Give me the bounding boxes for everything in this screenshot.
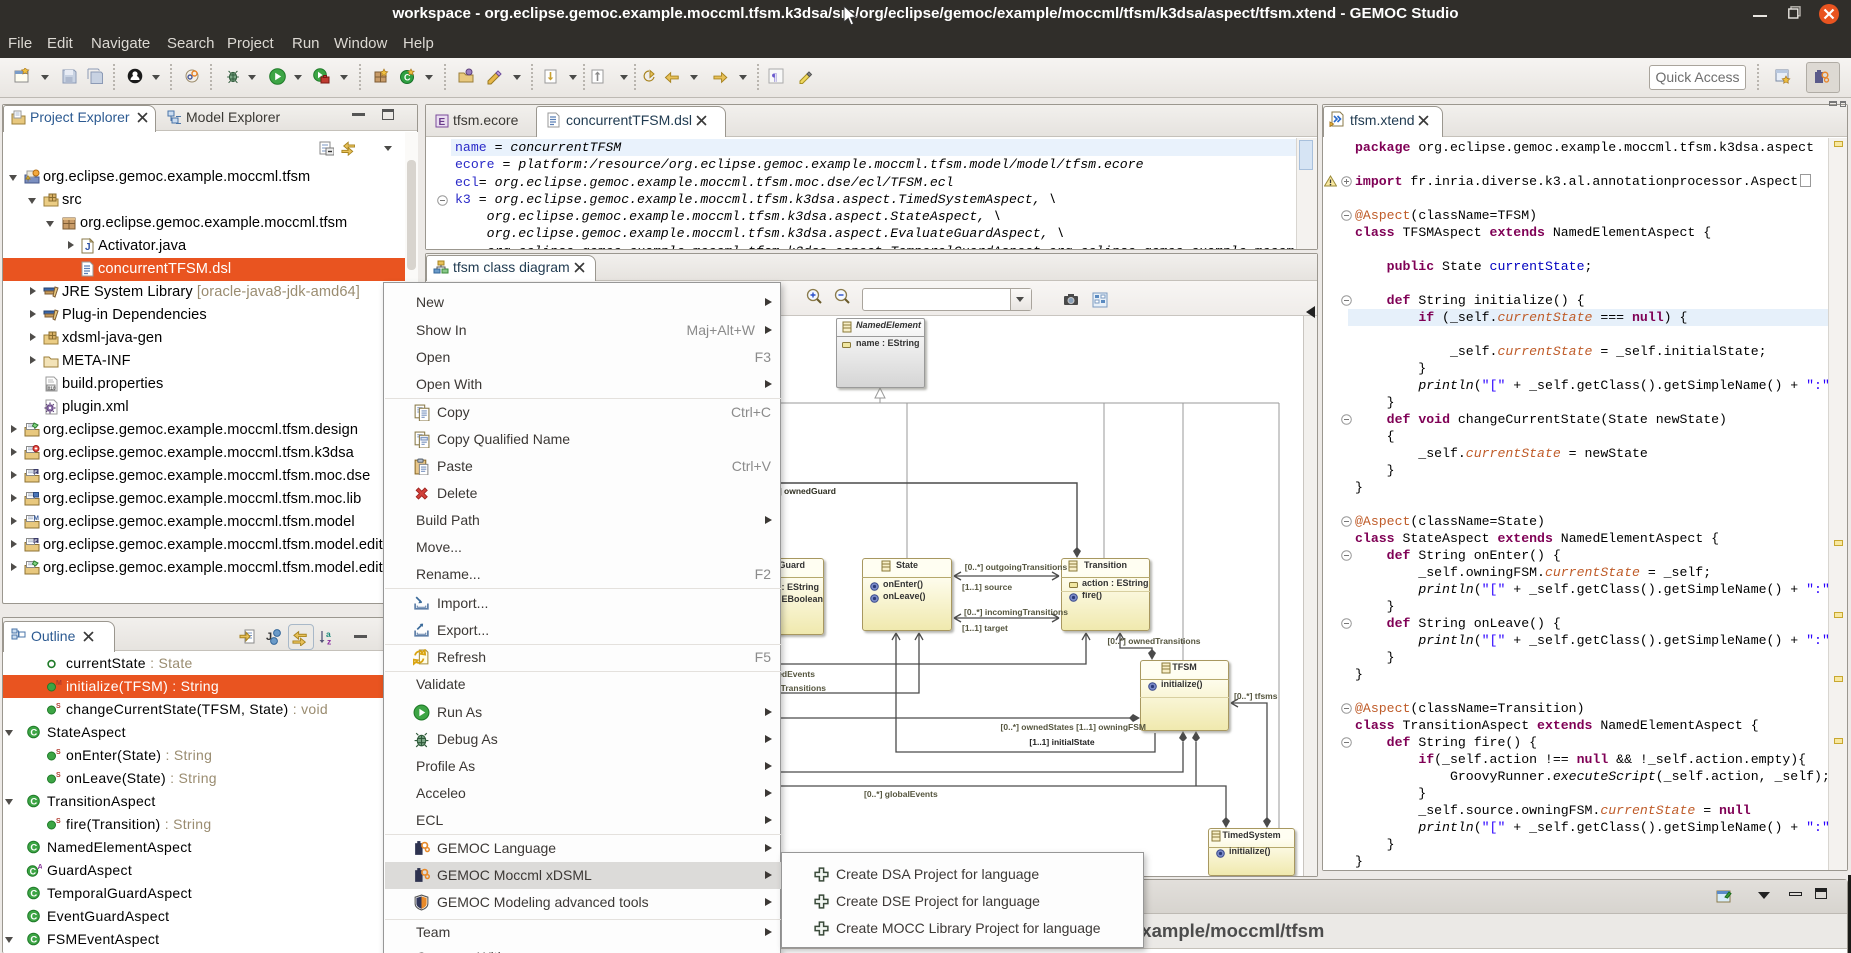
svg-text:C: C bbox=[30, 866, 37, 876]
svg-text:E: E bbox=[439, 117, 446, 128]
svg-text:¶: ¶ bbox=[772, 72, 777, 84]
svg-text:C: C bbox=[30, 889, 37, 900]
svg-text:E: E bbox=[34, 538, 37, 543]
svg-text:C: C bbox=[30, 728, 37, 739]
svg-text:E: E bbox=[34, 469, 37, 474]
svg-text:C: C bbox=[30, 797, 37, 808]
svg-text:S: S bbox=[56, 818, 61, 825]
svg-text:A: A bbox=[38, 862, 43, 871]
svg-text:010: 010 bbox=[48, 385, 56, 391]
svg-text:M: M bbox=[56, 680, 62, 687]
svg-text:J: J bbox=[85, 242, 91, 253]
svg-text:C: C bbox=[30, 935, 37, 946]
svg-text:C: C bbox=[30, 912, 37, 923]
svg-text:M: M bbox=[34, 515, 39, 522]
svg-text:S: S bbox=[56, 772, 61, 779]
svg-text:C: C bbox=[30, 843, 37, 854]
svg-text:S: S bbox=[56, 749, 61, 756]
svg-text:S: S bbox=[56, 703, 61, 710]
svg-text:z: z bbox=[327, 637, 331, 646]
